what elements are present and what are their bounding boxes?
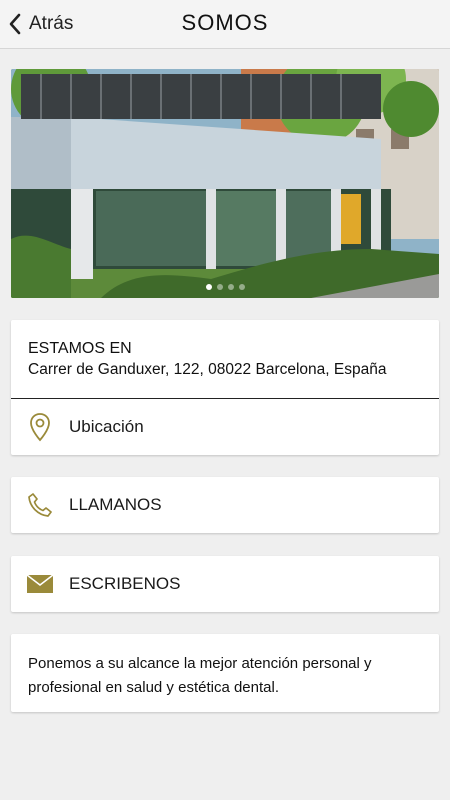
map-pin-icon [11,412,69,442]
photo-carousel[interactable] [11,69,439,298]
carousel-dot[interactable] [216,284,223,290]
page-title: SOMOS [181,10,269,35]
building-photo [11,69,439,298]
call-button[interactable]: LLAMANOS [11,477,439,533]
carousel-dot[interactable] [205,284,212,290]
about-card: Ponemos a su alcance la mejor atención p… [11,634,439,712]
mail-button[interactable]: ESCRIBENOS [11,556,439,612]
carousel-dots [11,284,439,290]
mail-card[interactable]: ESCRIBENOS [11,556,439,612]
about-text: Ponemos a su alcance la mejor atención p… [28,655,372,696]
location-heading: ESTAMOS EN [28,340,132,357]
mail-label: ESCRIBENOS [69,574,181,593]
carousel-dot[interactable] [227,284,234,290]
address-text: Carrer de Ganduxer, 122, 08022 Barcelona… [28,361,387,378]
location-label: Ubicación [69,417,144,436]
carousel-dot[interactable] [238,284,245,290]
envelope-icon [11,574,69,594]
call-label: LLAMANOS [69,495,162,514]
phone-icon [11,492,69,518]
location-button[interactable]: Ubicación [11,399,439,455]
call-card[interactable]: LLAMANOS [11,477,439,533]
top-bar: Atrás SOMOS [0,0,450,49]
location-card: ESTAMOS EN Carrer de Ganduxer, 122, 0802… [11,320,439,455]
